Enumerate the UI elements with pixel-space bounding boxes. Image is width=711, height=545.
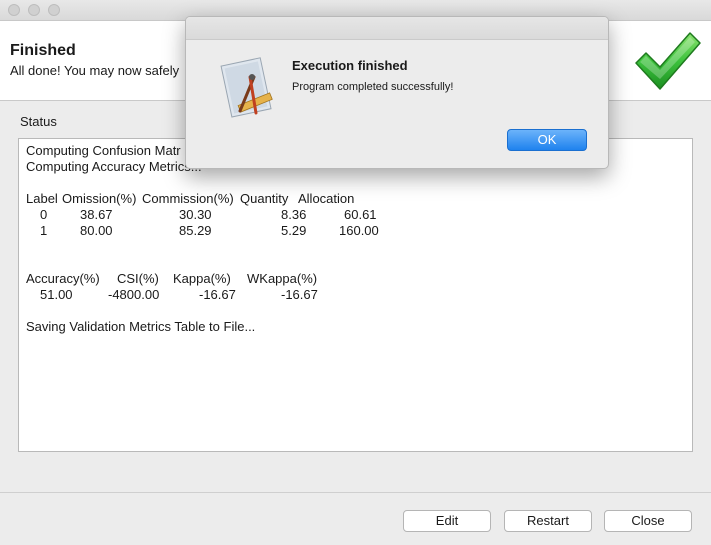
summary-header-csi: CSI(%) <box>117 271 159 286</box>
log-line: Computing Confusion Matr <box>26 143 181 158</box>
table-cell: 30.30 <box>179 207 212 222</box>
table-cell: 85.29 <box>179 223 212 238</box>
table-cell: 0 <box>40 207 48 222</box>
zoom-window-button[interactable] <box>48 4 60 16</box>
dialog-titlebar <box>186 17 608 40</box>
ok-button[interactable]: OK <box>507 129 587 151</box>
table-header-label: Label <box>26 191 58 206</box>
minimize-window-button[interactable] <box>28 4 40 16</box>
summary-value-kappa: -16.67 <box>199 287 236 302</box>
edit-button[interactable]: Edit <box>403 510 491 532</box>
table-header-quantity: Quantity <box>240 191 289 206</box>
summary-value-wkappa: -16.67 <box>281 287 318 302</box>
table-cell: 38.67 <box>80 207 113 222</box>
table-cell: 5.29 <box>281 223 307 238</box>
close-button[interactable]: Close <box>604 510 692 532</box>
table-cell: 1 <box>40 223 48 238</box>
table-header-allocation: Allocation <box>298 191 355 206</box>
execution-finished-dialog: Execution finished Program completed suc… <box>185 16 609 169</box>
status-log[interactable]: Computing Confusion Matr Computing Accur… <box>18 138 693 452</box>
table-header-commission: Commission(%) <box>142 191 234 206</box>
summary-header-kappa: Kappa(%) <box>173 271 231 286</box>
summary-header-wkappa: WKappa(%) <box>247 271 318 286</box>
page-subtitle: All done! You may now safely <box>10 63 180 78</box>
table-cell: 80.00 <box>80 223 113 238</box>
table-cell: 160.00 <box>339 223 379 238</box>
close-window-button[interactable] <box>8 4 20 16</box>
application-icon <box>220 57 273 118</box>
checkmark-icon <box>635 32 701 90</box>
dialog-title: Execution finished <box>292 58 408 73</box>
summary-header-accuracy: Accuracy(%) <box>26 271 100 286</box>
restart-button[interactable]: Restart <box>504 510 592 532</box>
table-cell: 8.36 <box>281 207 307 222</box>
table-header-omission: Omission(%) <box>62 191 137 206</box>
status-label: Status <box>20 114 57 129</box>
page-title: Finished <box>10 42 76 59</box>
log-line: Saving Validation Metrics Table to File.… <box>26 319 256 334</box>
summary-value-accuracy: 51.00 <box>40 287 73 302</box>
bottom-divider <box>0 492 711 493</box>
dialog-message: Program completed successfully! <box>292 81 454 93</box>
table-cell: 60.61 <box>344 207 377 222</box>
log-line: Computing Accuracy Metrics... <box>26 159 202 174</box>
summary-value-csi: -4800.00 <box>108 287 160 302</box>
